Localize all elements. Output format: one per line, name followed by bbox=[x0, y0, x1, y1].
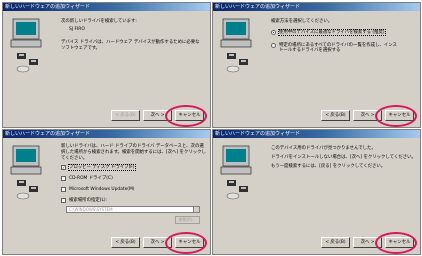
checkbox[interactable] bbox=[61, 176, 66, 181]
option-label: 特定の場所にあるすべてのドライバの一覧を作成し、インス トールするドライバを選択… bbox=[279, 43, 397, 53]
check-specify-location[interactable]: 検索場所の指定(L): bbox=[61, 198, 107, 203]
cancel-highlight-circle bbox=[165, 232, 207, 254]
search-status-text: 次の新しいドライバを検索しています: bbox=[61, 19, 137, 24]
check-floppy[interactable]: ✓ フロッピー ディスク ドライブ(F) bbox=[61, 164, 136, 171]
location-value: C:\WINDOWS\SYSTEM bbox=[69, 207, 113, 212]
chevron-down-icon[interactable] bbox=[193, 207, 199, 212]
check-label: 検索場所の指定(L): bbox=[69, 198, 108, 203]
checkbox-checked[interactable]: ✓ bbox=[61, 165, 66, 170]
device-name: SJ FIRO bbox=[69, 27, 85, 32]
retry-text: もう一度検索するには、[戻る] をクリックしてください。 bbox=[271, 164, 386, 169]
wizard-computer-icon bbox=[10, 145, 42, 200]
cancel-highlight-circle bbox=[165, 105, 207, 127]
option-select-from-list[interactable]: 特定の場所にあるすべてのドライバの一覧を作成し、インス トールするドライバを選択… bbox=[271, 43, 397, 53]
back-button[interactable]: < 戻る(B) bbox=[111, 237, 140, 248]
title-bar: 新しいハードウェアの追加ウィザード bbox=[213, 130, 420, 138]
not-found-text: このデバイス用のドライバが見つかりませんでした。 bbox=[271, 146, 376, 151]
option-search-best-driver[interactable]: 使用中のデバイスに最適なドライバを検索する (推奨) bbox=[271, 29, 386, 36]
cancel-highlight-circle bbox=[375, 232, 417, 254]
instruction-text: 新しいドライバは、ハード ドライブのドライバ データベースと、次の選 択した場所… bbox=[61, 144, 206, 161]
wizard-window-2: 新しいハードウェアの追加ウィザード 検索方法を選択してください。 使用中のデバイ… bbox=[212, 2, 421, 128]
check-label: フロッピー ディスク ドライブ(F) bbox=[68, 164, 136, 171]
option-label: 使用中のデバイスに最適なドライバを検索する (推奨) bbox=[278, 29, 386, 36]
title-bar: 新しいハードウェアの追加ウィザード bbox=[213, 3, 420, 11]
radio-selected[interactable] bbox=[271, 30, 276, 35]
check-windows-update[interactable]: Microsoft Windows Update(M) bbox=[61, 187, 135, 192]
browse-button[interactable]: 参照(R)... bbox=[175, 216, 200, 224]
wizard-window-4: 新しいハードウェアの追加ウィザード このデバイス用のドライバが見つかりませんでし… bbox=[212, 129, 421, 255]
driver-description: デバイス ドライバは、ハードウェア デバイスが動作するために必要な ソフトウェア… bbox=[61, 40, 200, 51]
checkbox[interactable] bbox=[61, 198, 66, 203]
back-button[interactable]: < 戻る(B) bbox=[321, 110, 350, 121]
check-label: Microsoft Windows Update(M) bbox=[69, 187, 135, 192]
skip-install-text: ドライバをインストールしない場合は、[次へ] をクリックしてください。 bbox=[271, 155, 416, 160]
back-button[interactable]: < 戻る(B) bbox=[111, 110, 140, 121]
wizard-computer-icon bbox=[10, 18, 42, 73]
back-button[interactable]: < 戻る(B) bbox=[321, 237, 350, 248]
radio-unselected[interactable] bbox=[271, 43, 276, 48]
check-cdrom[interactable]: CD-ROM ドライブ(C) bbox=[61, 176, 113, 181]
wizard-computer-icon bbox=[220, 145, 252, 200]
check-label: CD-ROM ドライブ(C) bbox=[69, 176, 113, 181]
wizard-window-3: 新しいハードウェアの追加ウィザード 新しいドライバは、ハード ドライブのドライバ… bbox=[2, 129, 211, 255]
cancel-highlight-circle bbox=[375, 105, 417, 127]
location-combo[interactable]: C:\WINDOWS\SYSTEM bbox=[66, 206, 200, 213]
title-bar: 新しいハードウェアの追加ウィザード bbox=[3, 3, 210, 11]
instruction-text: 検索方法を選択してください。 bbox=[271, 19, 333, 24]
checkbox[interactable] bbox=[61, 187, 66, 192]
title-bar: 新しいハードウェアの追加ウィザード bbox=[3, 130, 210, 138]
wizard-window-1: 新しいハードウェアの追加ウィザード 次の新しいドライバを検索しています: SJ … bbox=[2, 2, 211, 128]
wizard-computer-icon bbox=[220, 18, 252, 73]
